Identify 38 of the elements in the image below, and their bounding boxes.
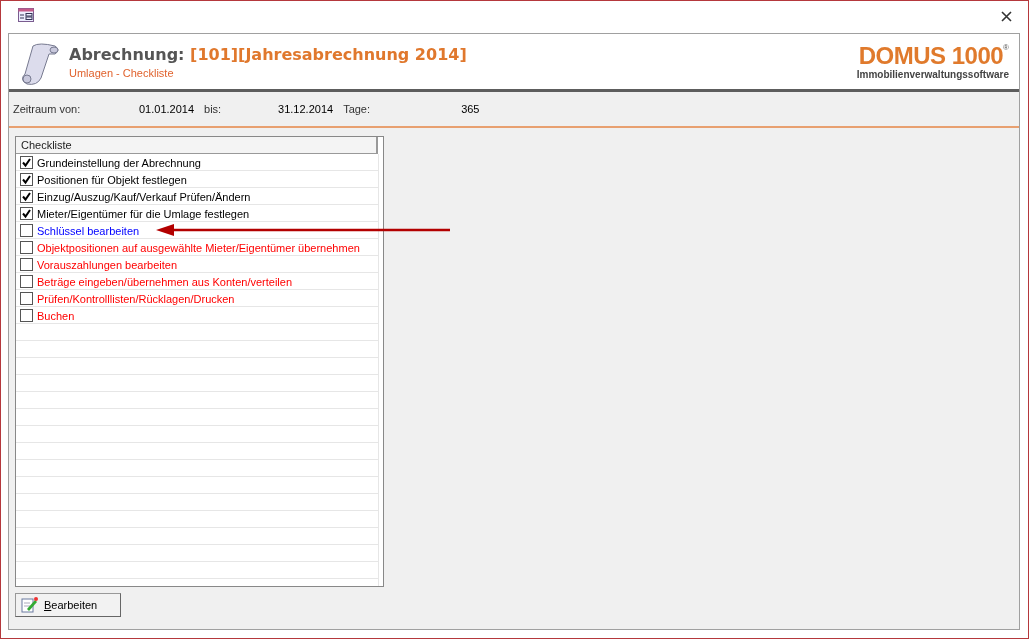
checklist-item[interactable]: Buchen: [37, 309, 75, 322]
checkbox[interactable]: [20, 292, 33, 305]
checklist-item[interactable]: Vorauszahlungen bearbeiten: [37, 258, 178, 271]
logo-tagline: Immobilienverwaltungssoftware: [856, 69, 1009, 80]
checklist-item[interactable]: Positionen für Objekt festlegen: [37, 173, 187, 186]
checkbox[interactable]: [20, 258, 33, 271]
column-header[interactable]: Checkliste: [16, 137, 378, 154]
checklist-item[interactable]: Beträge eingeben/übernehmen aus Konten/verteilen: [37, 275, 293, 288]
checklist-item[interactable]: Grundeinstellung der Abrechnung: [37, 156, 201, 169]
form-subtitle: Umlagen - Checkliste: [69, 66, 175, 79]
checkbox[interactable]: [20, 224, 33, 237]
checklist-item[interactable]: Mieter/Eigentümer für die Umlage festlegen: [37, 207, 250, 220]
checklist-item[interactable]: Prüfen/Kontrolllisten/Rücklagen/Drucken: [37, 292, 235, 305]
record-title: [101][Jahresabrechnung 2014]: [190, 44, 467, 64]
notepad-pencil-icon: [20, 596, 38, 614]
checkbox[interactable]: [20, 173, 33, 186]
checklist-item[interactable]: Objektpositionen auf ausgewählte Mieter/Eigentümer übernehmen: [37, 241, 360, 254]
checklist-item[interactable]: Schlüssel bearbeiten: [37, 224, 140, 237]
close-icon[interactable]: [1001, 11, 1012, 22]
checkbox[interactable]: [20, 275, 33, 288]
date-value: 01.01.2014: [139, 103, 195, 115]
registered-mark: ®: [1003, 43, 1009, 52]
checklist-item[interactable]: Einzug/Auszug/Kauf/Verkauf Prüfen/Ändern: [37, 190, 251, 203]
checkbox[interactable]: [20, 190, 33, 203]
field-label: Tage:: [343, 103, 372, 115]
checkbox[interactable]: [20, 309, 33, 322]
edit-button[interactable]: Bearbeiten: [15, 593, 121, 617]
scroll-icon: [19, 41, 61, 86]
form-icon: [18, 8, 34, 22]
checkbox[interactable]: [20, 241, 33, 254]
days-value: 365: [461, 103, 480, 115]
checkbox[interactable]: [20, 156, 33, 169]
checkbox[interactable]: [20, 207, 33, 220]
logo-name: DOMUS 1000: [858, 43, 1004, 69]
field-label: Zeitraum von:: [13, 103, 82, 115]
date-value: 31.12.2014: [278, 103, 334, 115]
field-label: bis:: [204, 103, 223, 115]
form-title: Abrechnung:: [69, 44, 185, 64]
